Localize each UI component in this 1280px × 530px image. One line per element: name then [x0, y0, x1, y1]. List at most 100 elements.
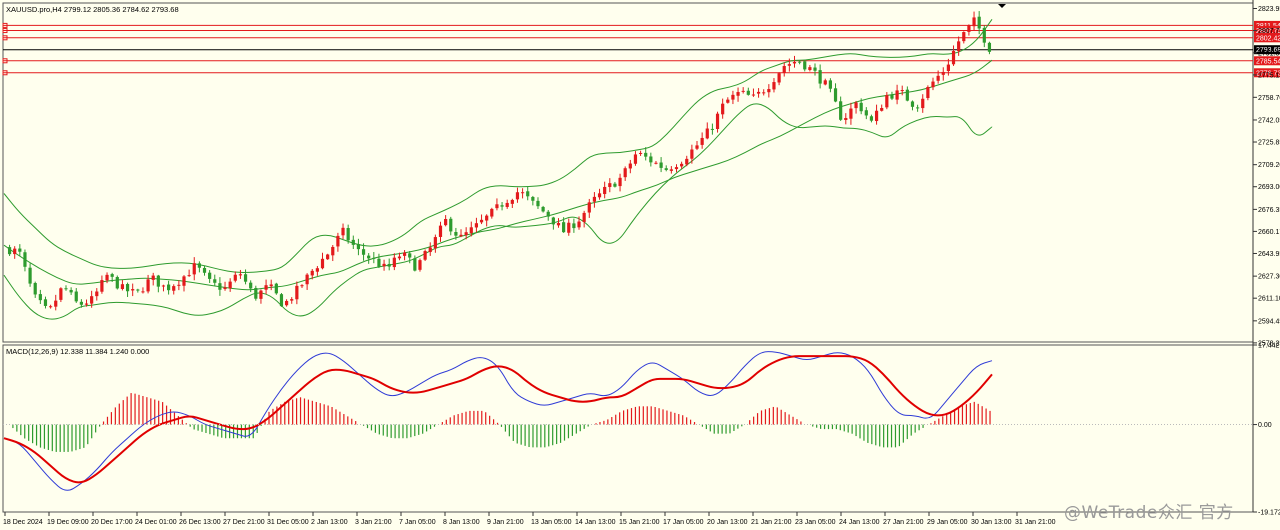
- candle-body: [618, 177, 622, 187]
- candle-body: [685, 158, 689, 165]
- candle-body: [910, 101, 915, 107]
- candle-body: [315, 268, 319, 272]
- chart-background: [0, 0, 1280, 530]
- time-axis-label: 31 Dec 05:00: [267, 519, 309, 526]
- candle-body: [874, 110, 879, 122]
- candle-body: [977, 16, 981, 29]
- candle-body: [233, 274, 237, 281]
- candle-body: [95, 291, 99, 297]
- candle-body: [54, 300, 58, 307]
- candle-body: [254, 287, 258, 299]
- macd-axis-label: 0.00: [1258, 422, 1272, 429]
- candle-body: [469, 227, 473, 234]
- candle-body: [592, 196, 597, 202]
- price-axis-label: 2627.30: [1258, 274, 1280, 281]
- candle-body: [746, 90, 750, 95]
- candle-body: [284, 300, 289, 306]
- candle-body: [495, 204, 499, 209]
- candle-body: [638, 152, 643, 154]
- candle-body: [28, 267, 32, 284]
- time-axis-label: 24 Jan 13:00: [839, 519, 880, 526]
- candle-body: [726, 99, 730, 103]
- candle-body: [438, 225, 443, 237]
- candle-body: [721, 103, 725, 115]
- candle-body: [623, 168, 627, 178]
- candle-body: [715, 113, 720, 129]
- candle-body: [479, 219, 484, 223]
- candle-body: [531, 196, 535, 201]
- candle-body: [444, 218, 448, 226]
- candle-body: [505, 202, 509, 207]
- candle-body: [79, 301, 83, 305]
- candle-body: [377, 258, 381, 267]
- candle-body: [921, 98, 925, 109]
- time-axis-label: 31 Jan 21:00: [1015, 519, 1056, 526]
- price-axis-label: 2775.15: [1258, 72, 1280, 79]
- candle-body: [705, 128, 709, 139]
- symbol-info: XAUUSD.pro,H4 2799.12 2805.36 2784.62 27…: [6, 5, 179, 14]
- candle-body: [459, 234, 463, 237]
- candle-body: [762, 92, 766, 94]
- time-axis-label: 15 Jan 21:00: [619, 519, 660, 526]
- candle-body: [125, 284, 130, 292]
- candle-body: [397, 256, 402, 259]
- candle-body: [833, 88, 838, 102]
- candle-body: [346, 228, 350, 241]
- candle-body: [633, 154, 638, 164]
- candle-body: [474, 223, 479, 228]
- candle-body: [700, 137, 704, 145]
- candle-body: [202, 267, 207, 273]
- price-axis-label: 2660.17: [1258, 229, 1280, 236]
- candle-body: [136, 289, 140, 291]
- price-axis-label: 2594.45: [1258, 318, 1280, 325]
- candle-body: [515, 192, 520, 200]
- candle-body: [900, 90, 904, 92]
- candle-body: [782, 66, 786, 73]
- candle-body: [18, 248, 22, 252]
- candle-body: [859, 102, 863, 112]
- candle-body: [213, 279, 217, 283]
- candle-body: [946, 64, 950, 72]
- candle-body: [556, 223, 561, 226]
- candle-body: [510, 199, 514, 204]
- candle-body: [7, 247, 12, 255]
- candle-body: [654, 162, 658, 164]
- candle-body: [597, 193, 602, 198]
- candle-body: [305, 274, 309, 285]
- candle-body: [546, 211, 550, 217]
- candle-body: [464, 232, 468, 236]
- candle-body: [792, 61, 797, 64]
- candle-body: [351, 239, 355, 245]
- time-axis-label: 14 Jan 13:00: [575, 519, 616, 526]
- candle-body: [13, 248, 17, 255]
- candle-body: [741, 90, 745, 92]
- price-axis-label: 2758.70: [1258, 95, 1280, 102]
- candle-body: [987, 42, 992, 52]
- candle-body: [336, 235, 340, 247]
- candle-body: [864, 110, 868, 116]
- price-axis-label: 2725.85: [1258, 140, 1280, 147]
- candle-body: [269, 284, 273, 287]
- watermark: @WeTrade众汇 官方: [1064, 503, 1234, 523]
- candle-body: [649, 156, 653, 163]
- candle-body: [402, 252, 407, 256]
- candle-body: [659, 162, 663, 168]
- candle-body: [387, 263, 391, 267]
- trading-chart[interactable]: XAUUSD.pro,H4 2799.12 2805.36 2784.62 27…: [0, 0, 1280, 530]
- candle-body: [218, 283, 222, 290]
- candle-body: [264, 285, 268, 290]
- candle-body: [274, 283, 278, 294]
- candle-body: [572, 223, 576, 229]
- time-axis-label: 20 Dec 17:00: [91, 519, 133, 526]
- candle-body: [777, 73, 781, 83]
- candle-body: [413, 258, 417, 271]
- price-axis-label: 2676.35: [1258, 207, 1280, 214]
- candle-body: [608, 183, 612, 188]
- price-axis-label: 2823.95: [1258, 6, 1280, 13]
- candle-body: [23, 252, 27, 267]
- candle-body: [49, 306, 53, 308]
- candle-body: [587, 202, 591, 213]
- candle-body: [151, 275, 155, 280]
- candle-body: [105, 274, 109, 281]
- candle-body: [192, 263, 196, 275]
